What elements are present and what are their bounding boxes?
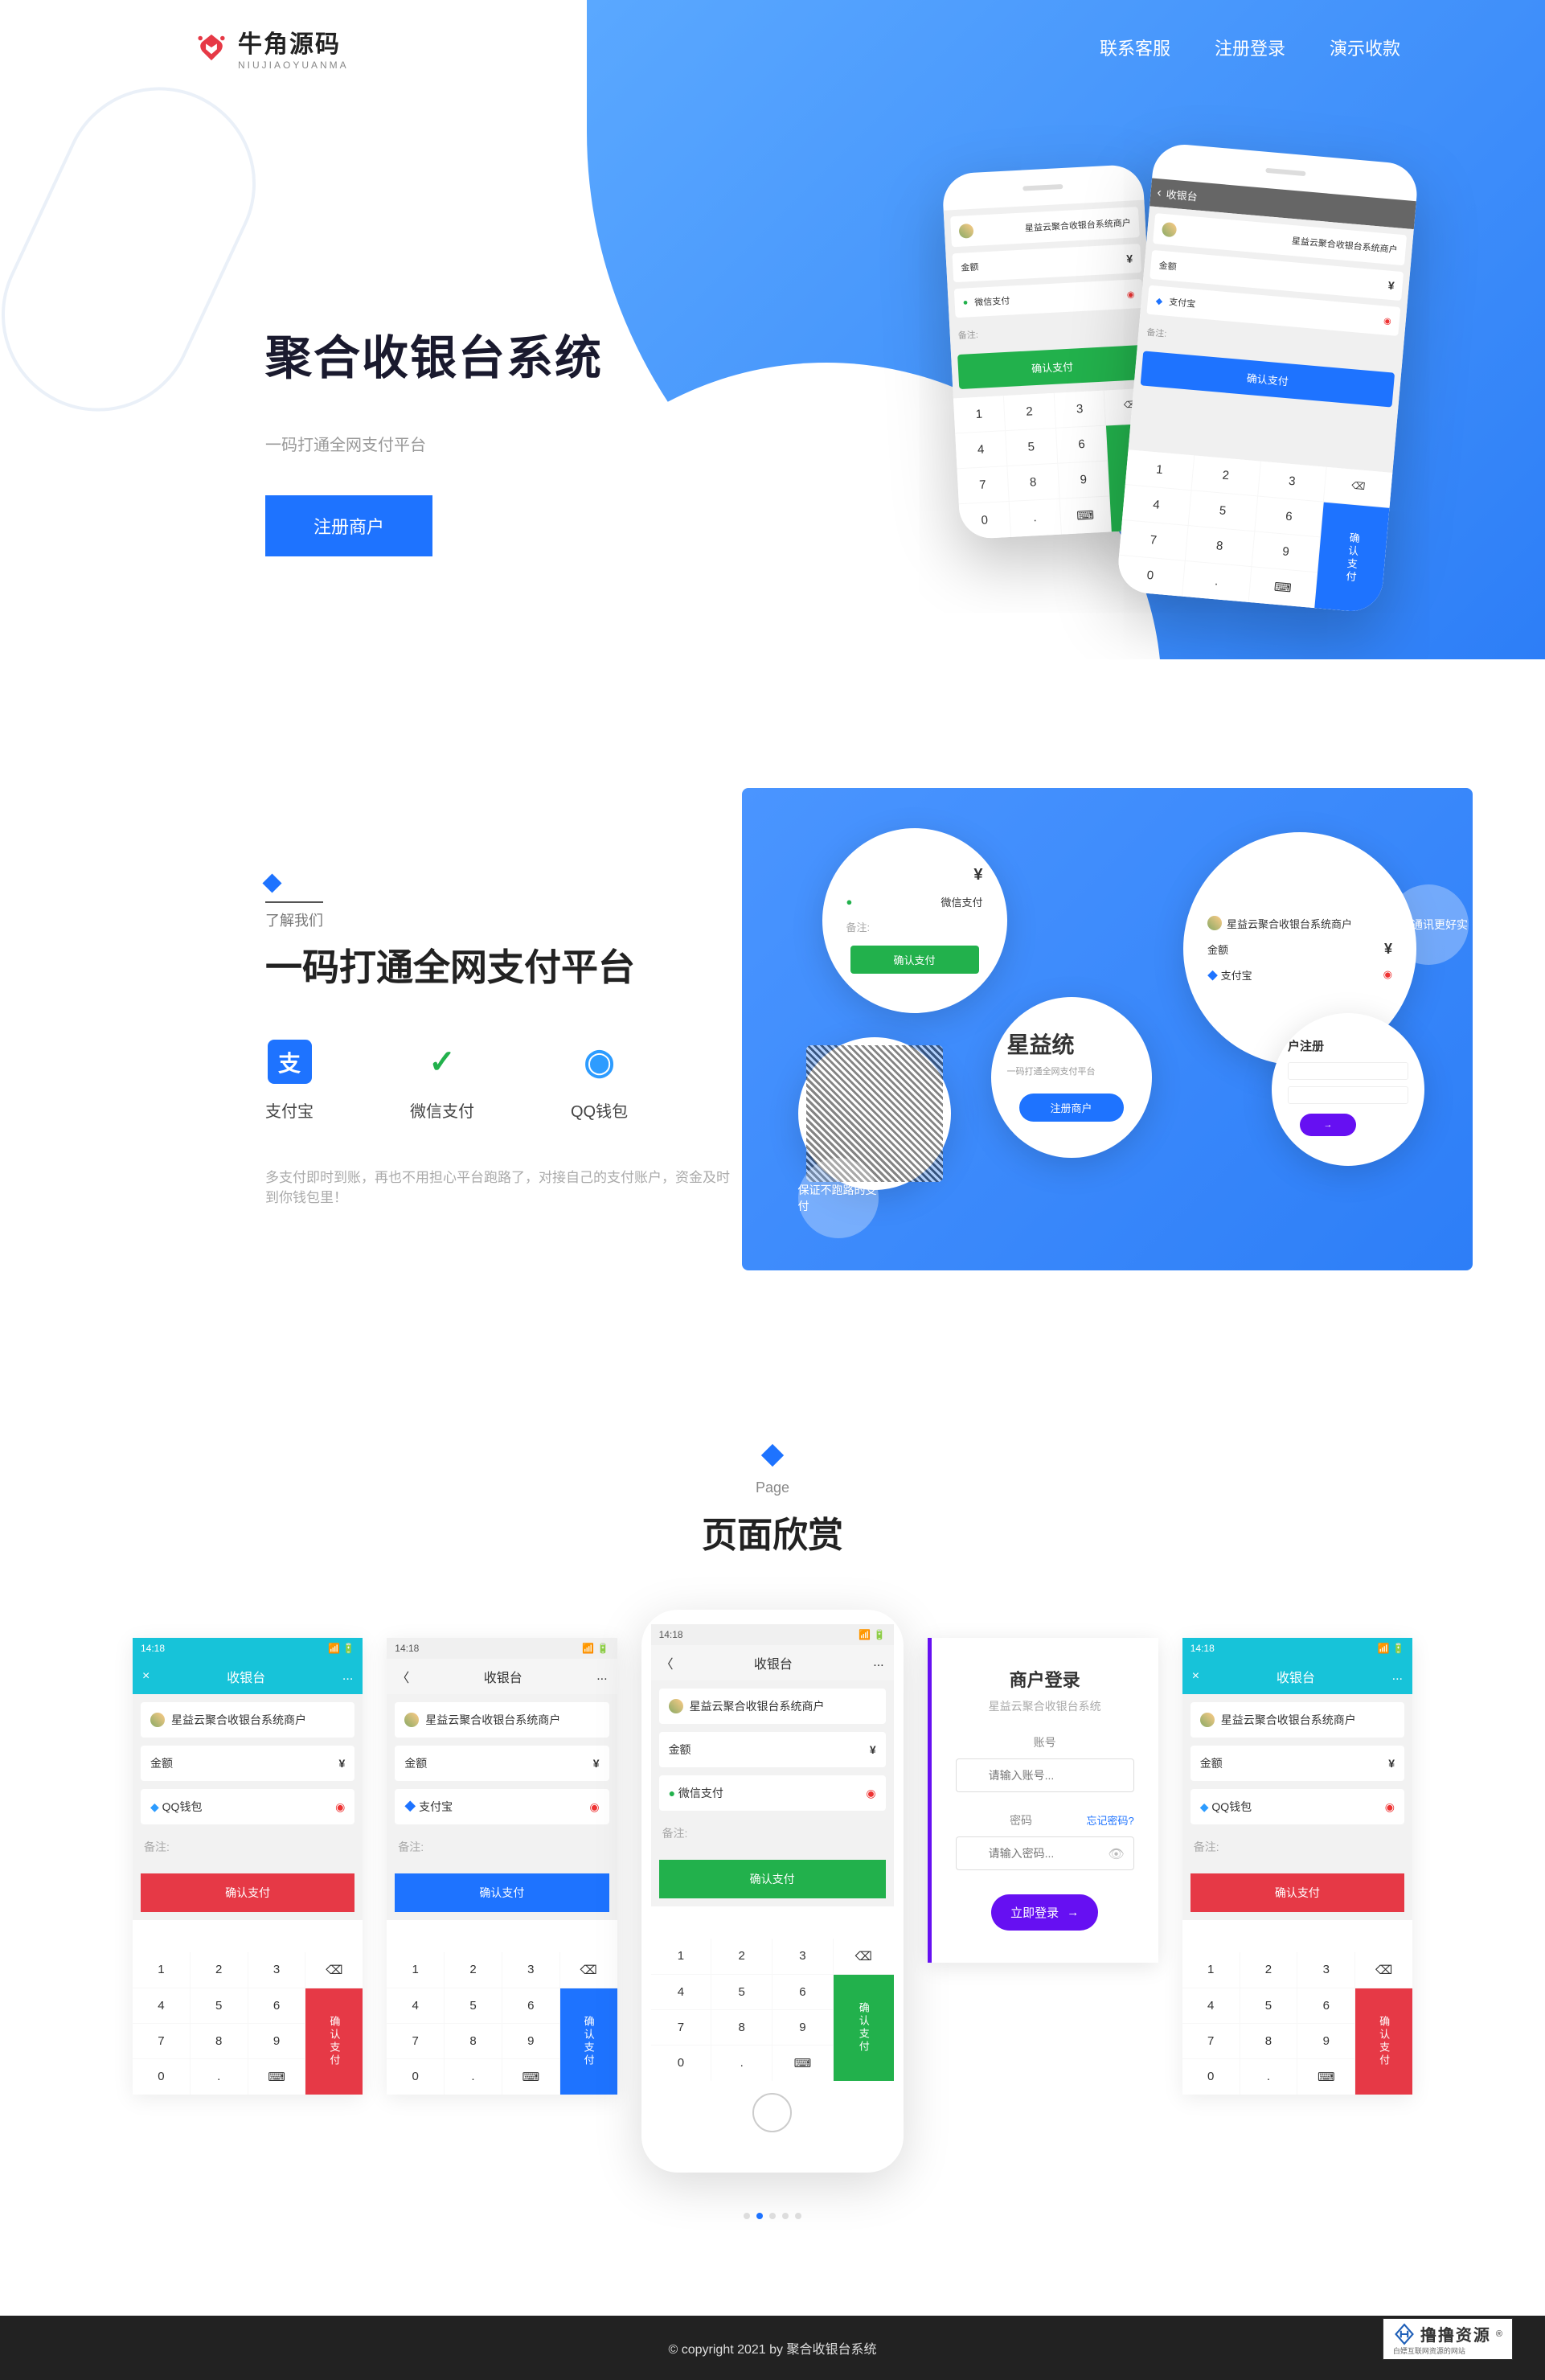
watermark-icon [1393,2323,1416,2345]
password-input[interactable] [956,1836,1134,1870]
menu-icon: ... [873,1656,883,1670]
watermark: 撸撸资源® 白嫖互联网资源的网站 [1383,2318,1513,2360]
carousel-pager[interactable] [0,2213,1545,2219]
hero-subtitle: 一码打通全网支付平台 [265,432,1545,455]
login-title: 商户登录 [956,1666,1134,1692]
about-graphic: ¥ ● 微信支付 备注: 确认支付 星益云聚合收银台系统商户 金额¥ ◆ 支付宝… [742,788,1473,1270]
account-label: 账号 [956,1734,1134,1750]
close-icon: × [1192,1669,1199,1684]
gallery-title: 页面欣赏 [0,1506,1545,1557]
about-desc: 多支付即时到账，再也不用担心平台跑路了，对接自己的支付账户，资金及时到你钱包里！ [265,1166,742,1206]
gallery-pretitle: Page [0,1479,1545,1496]
screenshot-carousel: 14:18📶 🔋 ×收银台... 星益云聚合收银台系统商户 金额¥ ◆ QQ钱包… [0,1638,1545,2173]
qq-icon: ◉ [577,1040,621,1084]
confirm-button[interactable]: 确认支付 [659,1860,886,1898]
hero-title: 聚合收银台系统 [265,320,1545,388]
copyright: © copyright 2021 by 聚合收银台系统 [669,2343,877,2357]
nav-links: 联系客服 注册登录 演示收款 [1100,35,1400,60]
method-alipay: 支 支付宝 [265,1040,314,1122]
bubble-text-2: 保证不跑路的支付 [798,1158,879,1238]
payment-methods: 支 支付宝 ✓ 微信支付 ◉ QQ钱包 [265,1040,742,1122]
arrow-icon: → [1067,1906,1079,1919]
wechat-icon: ✓ [420,1040,465,1084]
nav-demo[interactable]: 演示收款 [1330,35,1400,60]
method-wechat: ✓ 微信支付 [410,1040,474,1122]
shot-qq-2: 14:18📶 🔋 ×收银台... 星益云聚合收银台系统商户 金额¥ ◆ QQ钱包… [1182,1638,1412,2095]
shot-qq-1: 14:18📶 🔋 ×收银台... 星益云聚合收银台系统商户 金额¥ ◆ QQ钱包… [133,1638,363,2095]
forgot-link[interactable]: 忘记密码? [1087,1812,1134,1828]
about-pretitle: 了解我们 [265,901,323,930]
shot-wechat-framed: 14:18📶 🔋 〈收银台... 星益云聚合收银台系统商户 金额¥ ● 微信支付… [641,1610,904,2173]
menu-icon: ... [342,1669,353,1684]
top-nav: 牛角源码 NIUJIAOYUANMA 联系客服 注册登录 演示收款 [0,0,1545,95]
bubble-text-1: 梦想通讯更好实 [1388,884,1469,965]
method-qq: ◉ QQ钱包 [571,1040,628,1122]
about-section: 了解我们 一码打通全网支付平台 支 支付宝 ✓ 微信支付 ◉ QQ钱包 多支付即… [0,659,1545,1270]
close-icon: × [142,1669,150,1684]
account-input[interactable] [956,1758,1134,1792]
menu-icon: ... [1392,1669,1403,1684]
confirm-button[interactable]: 确认支付 [395,1873,609,1912]
gallery-section: Page 页面欣赏 14:18📶 🔋 ×收银台... 星益云聚合收银台系统商户 … [0,1270,1545,2284]
register-merchant-button[interactable]: 注册商户 [265,495,432,556]
about-title: 一码打通全网支付平台 [265,938,742,991]
password-label: 密码 [1010,1814,1032,1827]
nav-contact[interactable]: 联系客服 [1100,35,1170,60]
hero-content: 聚合收银台系统 一码打通全网支付平台 注册商户 [0,95,1545,556]
alipay-icon: 支 [268,1040,312,1084]
login-card: 商户登录 星益云聚合收银台系统 账号 👤 密码忘记密码? 🔒 👁 立即登录→ [928,1638,1158,1963]
shot-alipay: 14:18📶 🔋 〈收银台... 星益云聚合收银台系统商户 金额¥ ◆ 支付宝◉… [387,1638,617,2095]
menu-icon: ... [596,1669,607,1684]
back-icon: 〈 [661,1653,674,1672]
bubble-system: 星益统 一码打通全网支付平台 注册商户 [991,997,1152,1158]
bubble-login: 户注册 → [1272,1013,1424,1166]
login-subtitle: 星益云聚合收银台系统 [956,1698,1134,1714]
back-icon: 〈 [396,1667,409,1686]
confirm-button[interactable]: 确认支付 [141,1873,354,1912]
diamond-icon [262,873,281,892]
page-footer: © copyright 2021 by 聚合收银台系统 [0,2316,1545,2380]
diamond-icon [761,1444,784,1467]
login-button[interactable]: 立即登录→ [991,1894,1098,1931]
brand-name: 牛角源码 [238,24,349,60]
bubble-wechat: ¥ ● 微信支付 备注: 确认支付 [822,828,1007,1013]
bull-icon [193,29,230,66]
eye-icon[interactable]: 👁 [1108,1846,1124,1862]
brand-logo[interactable]: 牛角源码 NIUJIAOYUANMA [193,24,349,71]
hero-section: 牛角源码 NIUJIAOYUANMA 联系客服 注册登录 演示收款 聚合收银台系… [0,0,1545,659]
brand-sub: NIUJIAOYUANMA [238,60,349,71]
confirm-button[interactable]: 确认支付 [1191,1873,1404,1912]
nav-login[interactable]: 注册登录 [1215,35,1285,60]
